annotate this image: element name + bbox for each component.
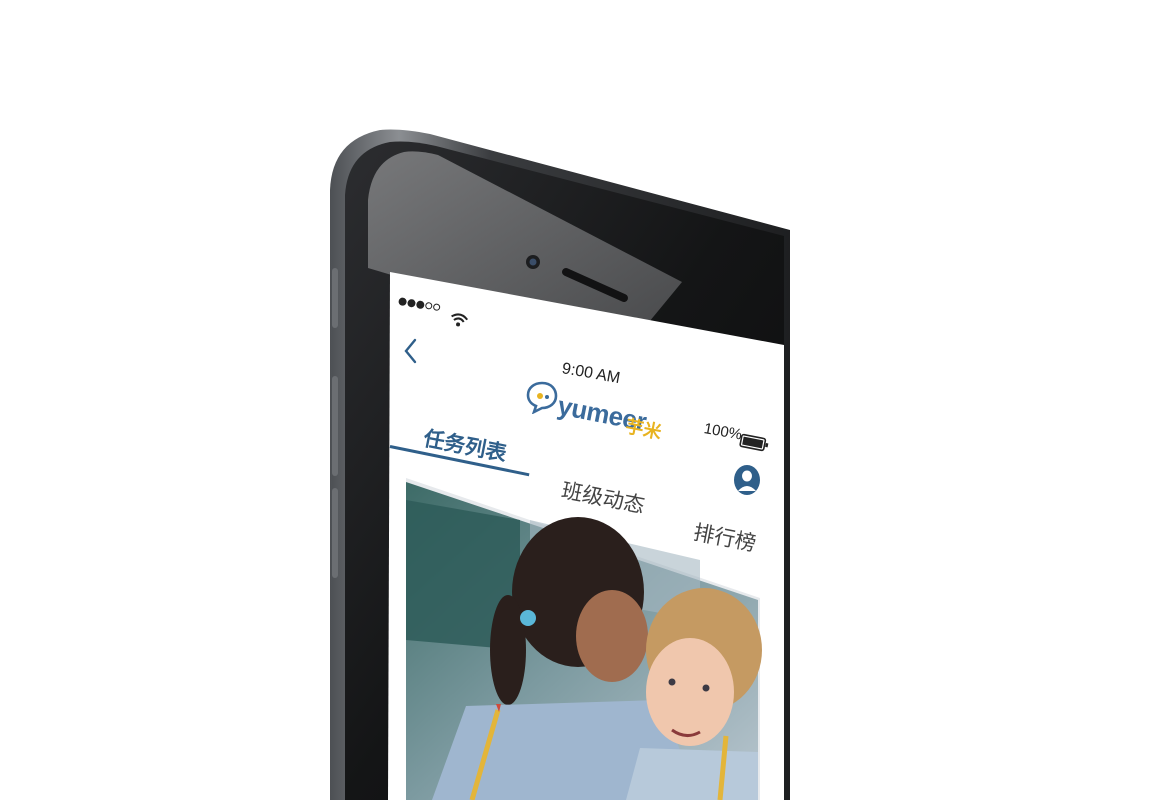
wifi-icon <box>451 313 469 327</box>
tab-leaderboard[interactable]: 排行榜 <box>691 516 759 557</box>
status-time: 9:00 AM <box>560 360 622 388</box>
battery-percentage: 100% <box>702 420 744 444</box>
logo-chinese: 芋米 <box>623 416 664 443</box>
speech-bubble-logo-icon <box>526 381 558 414</box>
battery-icon <box>739 433 769 452</box>
user-avatar-icon[interactable] <box>733 463 761 497</box>
app-screen: 9:00 AM yumeer 芋米 100% 任务列表 班级动态 排行榜 <box>0 0 1160 800</box>
signal-strength-icon <box>397 292 446 314</box>
chevron-left-icon[interactable] <box>400 334 420 368</box>
tab-class-feed[interactable]: 班级动态 <box>559 474 647 519</box>
device-mockup: 9:00 AM yumeer 芋米 100% 任务列表 班级动态 排行榜 <box>0 0 1160 800</box>
